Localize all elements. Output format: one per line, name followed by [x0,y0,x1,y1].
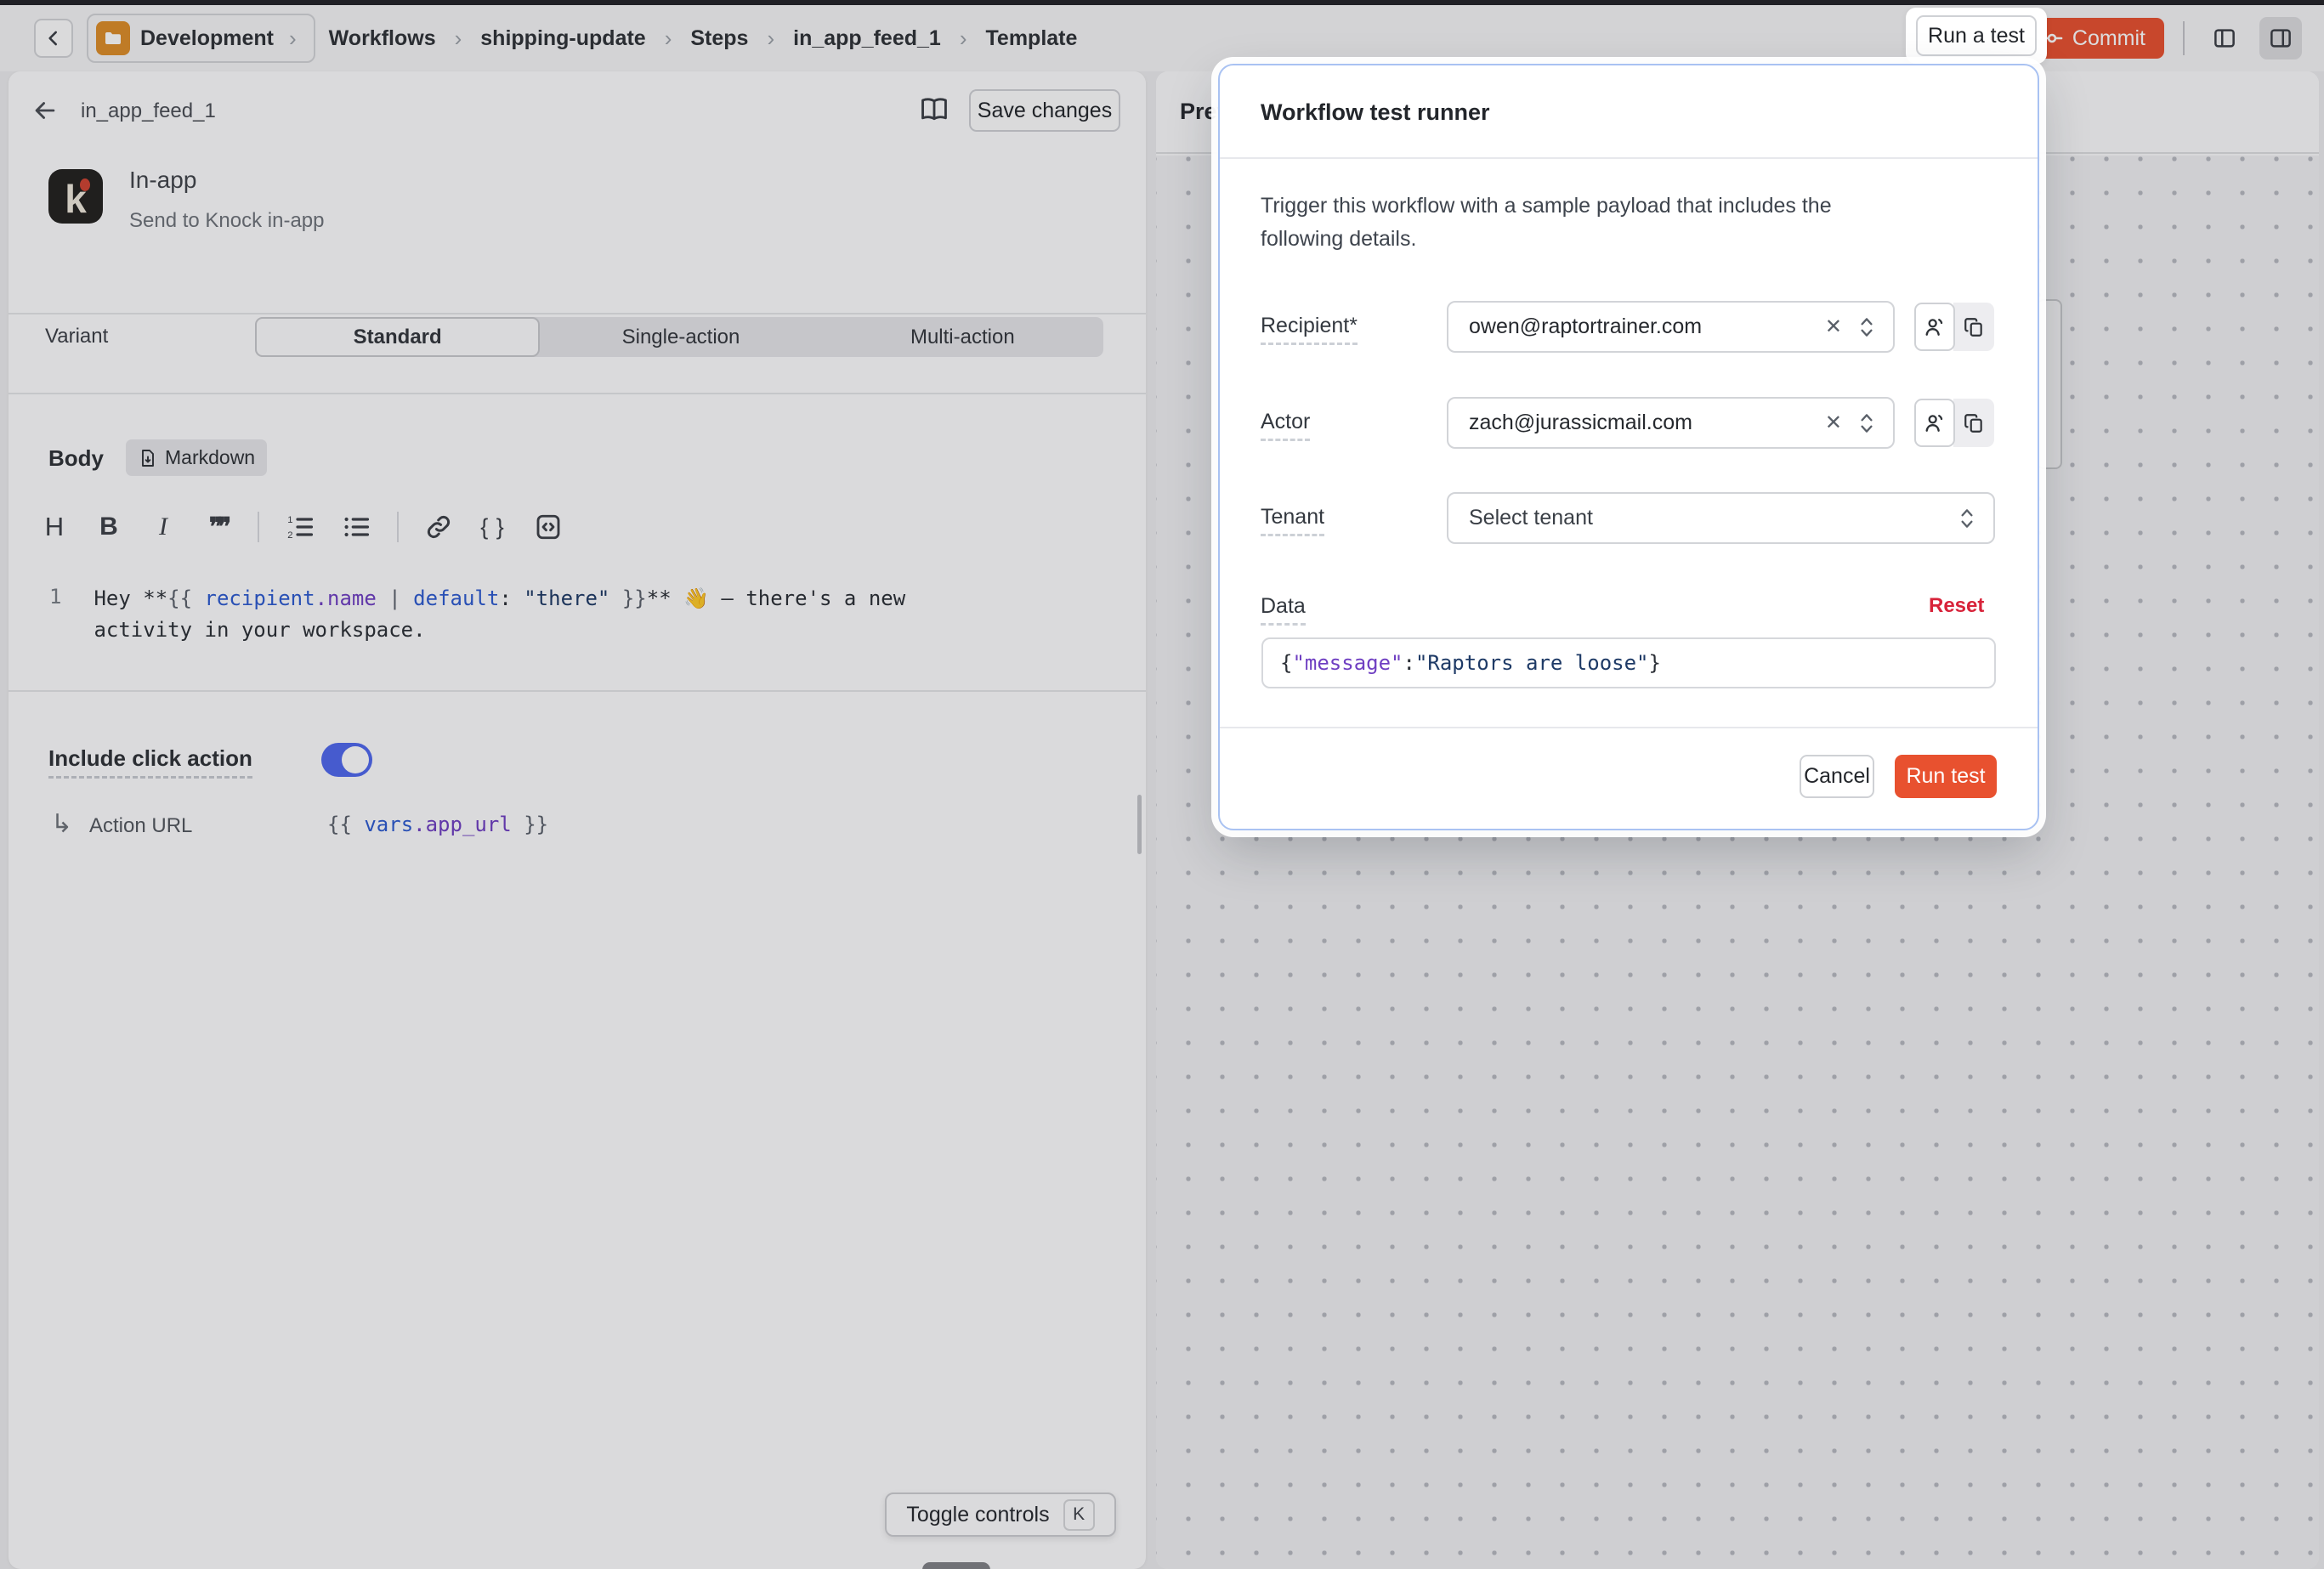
actor-value: zach@jurassicmail.com [1469,411,1811,435]
actor-label: Actor [1261,410,1310,441]
clear-actor-icon[interactable]: ✕ [1811,411,1856,435]
cancel-button[interactable]: Cancel [1800,755,1874,798]
copy-icon [1963,316,1985,338]
tenant-placeholder: Select tenant [1469,506,1956,530]
workflow-test-runner-dialog: Workflow test runner Trigger this workfl… [1218,64,2039,830]
copy-recipient-button[interactable] [1953,303,1994,351]
chevron-updown-icon [1856,411,1878,436]
recipient-actions [1914,303,1994,351]
dialog-title: Workflow test runner [1261,99,1490,126]
actor-actions [1914,399,1994,447]
select-user-button[interactable] [1914,303,1955,351]
tenant-label: Tenant [1261,505,1324,536]
run-a-test-button[interactable]: Run a test [1916,15,2037,56]
run-test-button[interactable]: Run test [1895,755,1997,798]
dialog-divider [1220,157,2038,159]
user-icon [1923,315,1947,339]
select-actor-button[interactable] [1914,399,1955,447]
reset-data-button[interactable]: Reset [1929,594,1984,618]
dialog-footer-divider [1220,727,2038,728]
tenant-select[interactable]: Select tenant [1447,492,1995,544]
chevron-updown-icon [1856,314,1878,340]
recipient-combobox[interactable]: owen@raptortrainer.com ✕ [1447,301,1895,353]
clear-recipient-icon[interactable]: ✕ [1811,314,1856,339]
recipient-value: owen@raptortrainer.com [1469,314,1811,339]
chevron-updown-icon [1956,506,1978,531]
user-icon [1923,411,1947,435]
actor-combobox[interactable]: zach@jurassicmail.com ✕ [1447,397,1895,449]
copy-actor-button[interactable] [1953,399,1994,447]
copy-icon [1963,412,1985,434]
data-json-input[interactable]: {"message": "Raptors are loose"} [1261,637,1996,688]
data-label: Data [1261,594,1306,626]
dialog-description: Trigger this workflow with a sample payl… [1261,190,1894,256]
recipient-label: Recipient* [1261,314,1358,345]
